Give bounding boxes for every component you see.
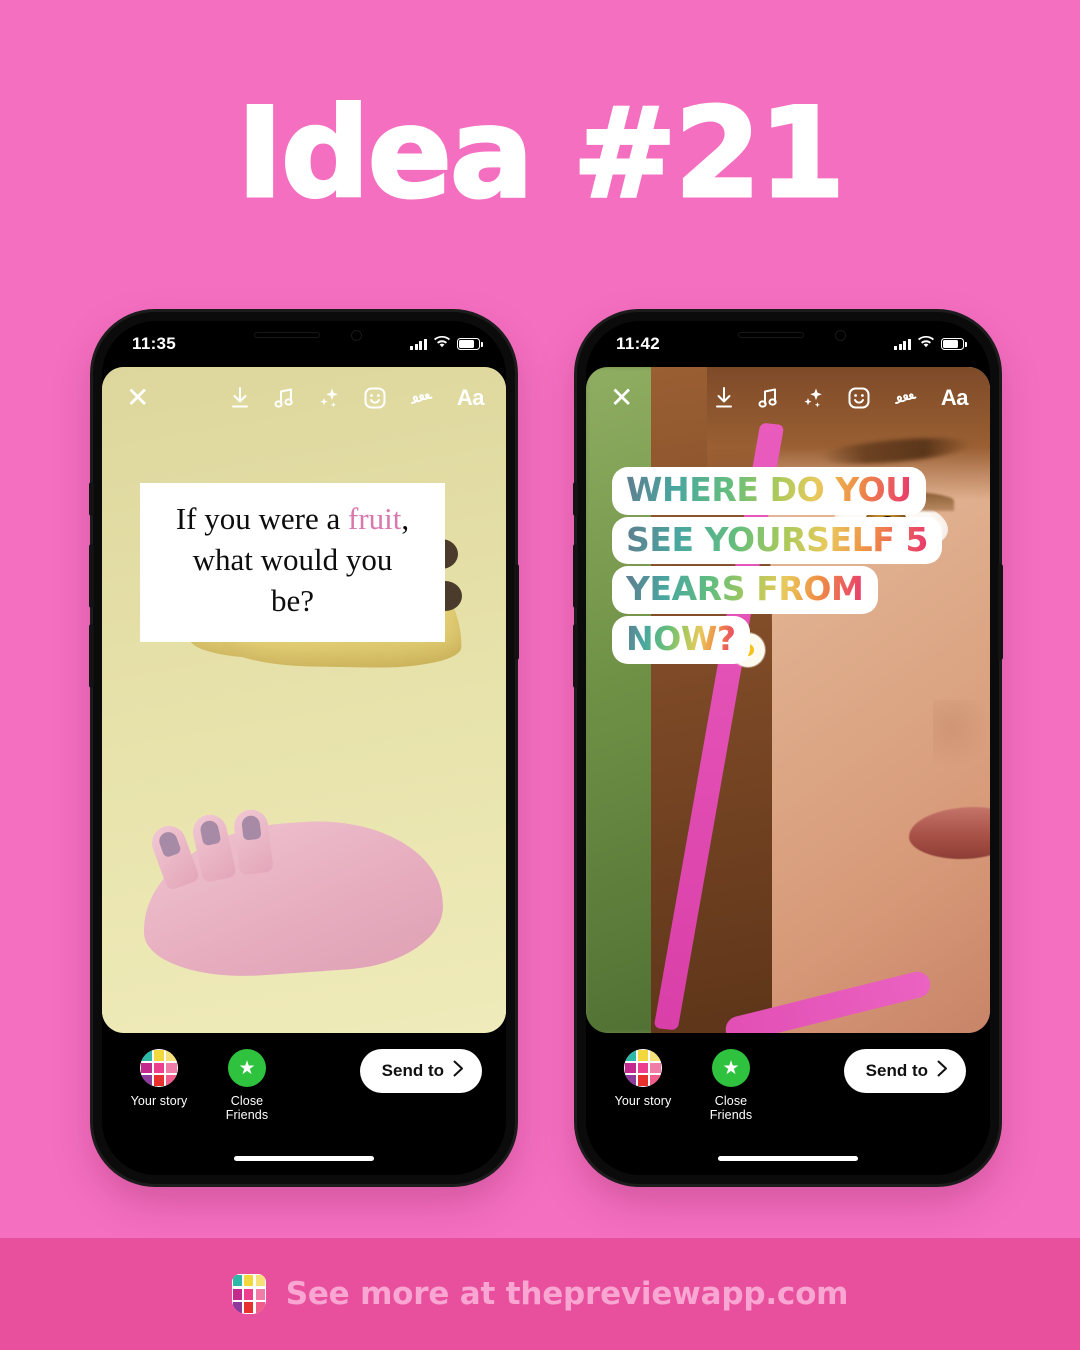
- wifi-icon: [918, 335, 934, 353]
- your-story-button[interactable]: Your story: [612, 1049, 674, 1122]
- download-icon[interactable]: [229, 386, 251, 410]
- silent-switch: [573, 482, 578, 516]
- close-icon[interactable]: ✕: [126, 384, 149, 412]
- your-story-label: Your story: [130, 1094, 188, 1108]
- close-friends-label: Close Friends: [225, 1094, 269, 1122]
- draw-icon[interactable]: [893, 386, 919, 410]
- send-to-button[interactable]: Send to: [843, 1049, 966, 1093]
- battery-icon: [941, 338, 967, 350]
- gradient-line-1: WHERE DO YOU: [626, 470, 912, 509]
- wifi-icon: [434, 335, 450, 353]
- status-time: 11:35: [132, 334, 177, 353]
- notch: [220, 321, 388, 351]
- send-to-button[interactable]: Send to: [359, 1049, 482, 1093]
- close-friends-label: Close Friends: [709, 1094, 753, 1122]
- chevron-right-icon: [937, 1060, 948, 1082]
- volume-down-button: [573, 624, 578, 688]
- cellular-bars-icon: [894, 338, 911, 350]
- power-button: [998, 564, 1003, 660]
- banana-photo: [102, 367, 506, 1033]
- preview-app-logo: [231, 1274, 266, 1314]
- text-icon[interactable]: Aa: [457, 385, 485, 411]
- your-story-avatar: [140, 1049, 178, 1087]
- story-canvas-right: ✕ Aa WHERE DO YOU SEE YOURSELF 5 YEARS F…: [586, 367, 990, 1033]
- gradient-line-2: SEE YOURSELF 5: [626, 519, 929, 559]
- footer-text: See more at thepreviewapp.com: [285, 1276, 849, 1312]
- story-gradient-text[interactable]: WHERE DO YOU SEE YOURSELF 5 YEARS FROM N…: [612, 467, 943, 664]
- front-camera-icon: [835, 330, 846, 341]
- action-bar-left: Your story ★ Close Friends Send to: [102, 1033, 506, 1175]
- gradient-line-3: YEARS FROM: [626, 569, 864, 609]
- quote-line-3: be?: [270, 582, 315, 618]
- download-icon[interactable]: [713, 386, 735, 410]
- power-button: [514, 564, 519, 660]
- volume-up-button: [573, 544, 578, 608]
- music-icon[interactable]: [273, 386, 295, 410]
- close-friends-button[interactable]: ★ Close Friends: [700, 1049, 762, 1122]
- notch: [704, 321, 872, 351]
- volume-down-button: [89, 624, 94, 688]
- close-icon[interactable]: ✕: [610, 384, 633, 412]
- your-story-label: Your story: [614, 1094, 672, 1108]
- home-indicator: [234, 1156, 374, 1161]
- quote-line-2: what would you: [192, 541, 393, 577]
- chevron-right-icon: [453, 1060, 464, 1082]
- send-to-label: Send to: [381, 1061, 444, 1080]
- phone-mockup-right: 11:42 ✕ Aa WHERE DO YOU SEE YOURSELF 5 Y…: [573, 312, 1003, 1184]
- quote-highlight-word: fruit: [348, 501, 402, 536]
- phone-mockup-left: 11:35 ✕ Aa If you were a fruit, what wou…: [89, 312, 519, 1184]
- cellular-bars-icon: [410, 338, 427, 350]
- speaker-slot: [738, 332, 804, 338]
- your-story-avatar: [624, 1049, 662, 1087]
- volume-up-button: [89, 544, 94, 608]
- story-text-card[interactable]: If you were a fruit, what would you be?: [140, 483, 445, 642]
- sparkles-icon[interactable]: [317, 386, 341, 410]
- front-camera-icon: [351, 330, 362, 341]
- quote-line-1-b: ,: [401, 501, 410, 536]
- phone-screen-left: 11:35 ✕ Aa If you were a fruit, what wou…: [102, 321, 506, 1175]
- footer-banner: See more at thepreviewapp.com: [0, 1238, 1080, 1350]
- phone-screen-right: 11:42 ✕ Aa WHERE DO YOU SEE YOURSELF 5 Y…: [586, 321, 990, 1175]
- gradient-text-line: SEE YOURSELF 5: [612, 516, 943, 565]
- story-toolbar-right: ✕ Aa: [586, 367, 990, 429]
- your-story-button[interactable]: Your story: [128, 1049, 190, 1122]
- close-friends-button[interactable]: ★ Close Friends: [216, 1049, 278, 1122]
- gradient-text-line: WHERE DO YOU: [612, 467, 926, 515]
- status-time: 11:42: [616, 334, 661, 353]
- gradient-line-4: NOW?: [626, 618, 736, 658]
- story-canvas-left: ✕ Aa If you were a fruit, what would you…: [102, 367, 506, 1033]
- sticker-icon[interactable]: [847, 386, 871, 410]
- gradient-text-line: NOW?: [612, 615, 750, 664]
- music-icon[interactable]: [757, 386, 779, 410]
- silent-switch: [89, 482, 94, 516]
- sticker-icon[interactable]: [363, 386, 387, 410]
- send-to-label: Send to: [865, 1061, 928, 1080]
- draw-icon[interactable]: [409, 386, 435, 410]
- close-friends-star-icon: ★: [228, 1049, 266, 1087]
- speaker-slot: [254, 332, 320, 338]
- battery-icon: [457, 338, 483, 350]
- sparkles-icon[interactable]: [801, 386, 825, 410]
- action-bar-right: Your story ★ Close Friends Send to: [586, 1033, 990, 1175]
- quote-line-1-a: If you were a: [175, 501, 348, 536]
- text-icon[interactable]: Aa: [941, 385, 969, 411]
- page-title: Idea #21: [235, 82, 846, 226]
- gradient-text-line: YEARS FROM: [612, 566, 878, 614]
- home-indicator: [718, 1156, 858, 1161]
- story-toolbar-left: ✕ Aa: [102, 367, 506, 429]
- close-friends-star-icon: ★: [712, 1049, 750, 1087]
